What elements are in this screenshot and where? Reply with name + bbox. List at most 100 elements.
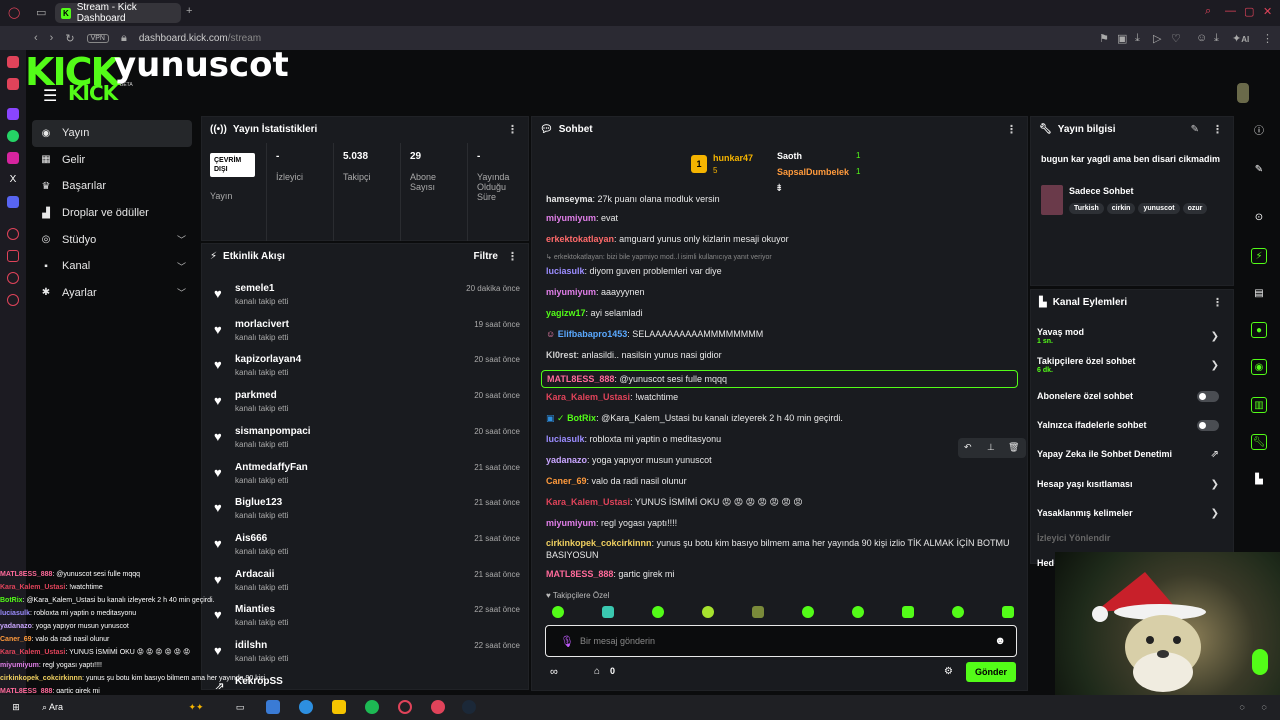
downloads-icon[interactable]: ⤓ xyxy=(1214,32,1219,45)
chat-username[interactable]: MATL8ESS_888 xyxy=(546,569,613,579)
opera-taskbar-icon[interactable] xyxy=(398,700,412,714)
instagram-icon[interactable] xyxy=(7,152,19,164)
kebab-menu-icon[interactable]: ⋮ xyxy=(507,123,518,136)
document-icon[interactable]: ▤ xyxy=(1251,286,1267,302)
edit-icon[interactable]: ✎ xyxy=(1191,124,1199,135)
chat-username[interactable]: Kara_Kalem_Ustasi xyxy=(546,497,630,507)
chat-message[interactable]: Kl0rest: anlasildi.. nasilsin yunus nasi… xyxy=(546,349,1016,361)
kebab-menu-icon[interactable]: ⋮ xyxy=(507,250,518,263)
activity-user[interactable]: Ais666 xyxy=(235,533,267,544)
twitch-icon[interactable] xyxy=(7,108,19,120)
broadcast-icon[interactable]: ◉ xyxy=(1251,359,1267,375)
windows-start-icon[interactable]: ⊞ xyxy=(9,700,23,714)
emote-icon[interactable] xyxy=(852,606,864,618)
chat-message[interactable]: erkektokatlayan: amguard yunus only kizl… xyxy=(546,233,1016,245)
x-icon[interactable]: X xyxy=(7,174,19,186)
chat-message[interactable]: yagizw17: ayi selamladi xyxy=(546,307,1016,319)
category-name[interactable]: Sadece Sohbet xyxy=(1069,186,1134,196)
extensions-icon[interactable] xyxy=(7,272,19,284)
copilot-icon[interactable]: ✦✦ xyxy=(183,700,209,714)
followers-chat-row[interactable]: Takipçilere özel sohbet 6 dk. ❯ xyxy=(1037,356,1225,374)
emote-icon[interactable] xyxy=(602,606,614,618)
tag[interactable]: Turkish xyxy=(1069,203,1104,214)
chat-message[interactable]: luciasulk: diyom guven problemleri var d… xyxy=(546,265,1016,277)
minimize-icon[interactable]: — xyxy=(1225,5,1236,17)
leaderboard-user[interactable]: SapsalDumbelek xyxy=(777,167,849,177)
chat-message[interactable]: Caner_69: valo da radi nasil olunur xyxy=(546,475,1016,487)
chat-username[interactable]: Kara_Kalem_Ustasi xyxy=(546,392,630,402)
slow-mode-row[interactable]: Yavaş mod 1 sn. ❯ xyxy=(1037,327,1225,345)
chat-username[interactable]: BotRix xyxy=(567,413,596,423)
chat-username[interactable]: miyumiyum xyxy=(546,213,596,223)
mail-icon[interactable] xyxy=(7,78,19,90)
emote-icon[interactable] xyxy=(952,606,964,618)
chat-username[interactable]: hamseyma xyxy=(546,195,593,204)
reply-icon[interactable]: ↶ xyxy=(964,442,972,453)
chat-username[interactable]: Caner_69 xyxy=(546,476,587,486)
pencil-icon[interactable]: ✎ xyxy=(1251,162,1267,178)
activity-user[interactable]: sismanpompaci xyxy=(235,426,311,437)
ai-icon[interactable]: ✦AI xyxy=(1232,32,1249,45)
emote-icon[interactable] xyxy=(702,606,714,618)
nav-item-droplar[interactable]: ▟ Droplar ve ödüller xyxy=(32,200,192,227)
stats-icon[interactable]: ▥ xyxy=(1251,397,1267,413)
emote-icon[interactable] xyxy=(1002,606,1014,618)
search-icon[interactable]: ⌕ xyxy=(1205,5,1211,18)
task-view-icon[interactable]: ▭ xyxy=(233,700,247,714)
whatsapp-icon[interactable] xyxy=(7,130,19,142)
activity-user[interactable]: parkmed xyxy=(235,390,277,401)
green-button-icon[interactable] xyxy=(1252,649,1268,675)
forward-icon[interactable]: › xyxy=(50,32,54,44)
file-explorer-icon[interactable] xyxy=(332,700,346,714)
subs-chat-toggle[interactable] xyxy=(1197,391,1219,402)
age-restriction-row[interactable]: Hesap yaşı kısıtlaması ❯ xyxy=(1037,479,1225,490)
close-icon[interactable]: ✕ xyxy=(1263,5,1272,18)
lightning-icon[interactable]: ⚡︎ xyxy=(1251,248,1267,264)
activity-user[interactable]: AntmedaffyFan xyxy=(235,462,308,473)
chat-username[interactable]: Kl0rest xyxy=(546,350,577,360)
nav-item-ayarlar[interactable]: ✱ Ayarlar ﹀ xyxy=(32,280,192,307)
chat-message-input[interactable]: 🎙︎ Bir mesaj gönderin ☻ xyxy=(545,625,1017,657)
chat-message[interactable]: MATL8ESS_888: gartic girek mi xyxy=(546,568,1016,580)
hamburger-menu-icon[interactable]: ☰ xyxy=(43,86,57,106)
snapshot-icon[interactable]: ▣ xyxy=(1117,32,1127,45)
tray-icon[interactable]: ◌ xyxy=(1236,700,1248,712)
emoji-icon[interactable]: ☻ xyxy=(994,635,1006,647)
kebab-menu-icon[interactable]: ⋮ xyxy=(1212,296,1223,309)
chat-message[interactable]: hamseyma: 27k puanı olana modluk versin xyxy=(546,195,1016,205)
downloads-sidebar-icon[interactable] xyxy=(7,250,19,262)
pin-icon[interactable]: ⊥ xyxy=(987,442,995,453)
back-icon[interactable]: ‹ xyxy=(34,32,38,44)
shield-icon[interactable]: ▙ xyxy=(1251,472,1267,488)
chat-username[interactable]: MATL8ESS_888 xyxy=(547,374,614,384)
chat-settings-icon[interactable]: ⚙ xyxy=(944,666,953,677)
send-button[interactable]: Gönder xyxy=(966,662,1016,682)
heart-icon[interactable]: ♡ xyxy=(1171,32,1181,45)
tab-manager-icon[interactable]: ▭ xyxy=(36,6,46,19)
chat-username[interactable]: erkektokatlayan xyxy=(546,234,614,244)
store-app-icon[interactable] xyxy=(266,700,280,714)
tag[interactable]: cirkin xyxy=(1106,203,1136,214)
chat-bubble-icon[interactable]: ● xyxy=(1251,322,1267,338)
nav-item-gelir[interactable]: ▦ Gelir xyxy=(32,147,192,174)
taskbar-search[interactable]: ⌕ Ara xyxy=(42,700,82,714)
tray-icon[interactable]: ◌ xyxy=(1258,700,1270,712)
emote-icon[interactable] xyxy=(652,606,664,618)
opera-icon[interactable]: ◯ xyxy=(8,6,20,19)
loyalty-icon[interactable]: ∞ xyxy=(550,666,558,678)
chat-username[interactable]: miyumiyum xyxy=(546,518,596,528)
leaderboard-user[interactable]: hunkar47 xyxy=(713,153,753,163)
activity-user[interactable]: semele1 xyxy=(235,283,274,294)
tag[interactable]: yunuscot xyxy=(1138,203,1180,214)
nav-item-kanal[interactable]: ▪ Kanal ﹀ xyxy=(32,253,192,280)
chat-message[interactable]: ▣ ✓ BotRix: @Kara_Kalem_Ustasi bu kanalı… xyxy=(546,412,1016,424)
chat-username[interactable]: yagizw17 xyxy=(546,308,586,318)
tag[interactable]: ozur xyxy=(1182,203,1208,214)
chat-message[interactable]: miyumiyum: aaayyynen xyxy=(546,286,1016,298)
chat-username[interactable]: luciasulk xyxy=(546,434,585,444)
maximize-icon[interactable]: ▢ xyxy=(1244,5,1254,18)
url-field[interactable]: dashboard.kick.com/stream xyxy=(139,33,261,44)
spotify-icon[interactable] xyxy=(365,700,379,714)
emote-chat-toggle[interactable] xyxy=(1197,420,1219,431)
messenger-icon[interactable] xyxy=(7,56,19,68)
